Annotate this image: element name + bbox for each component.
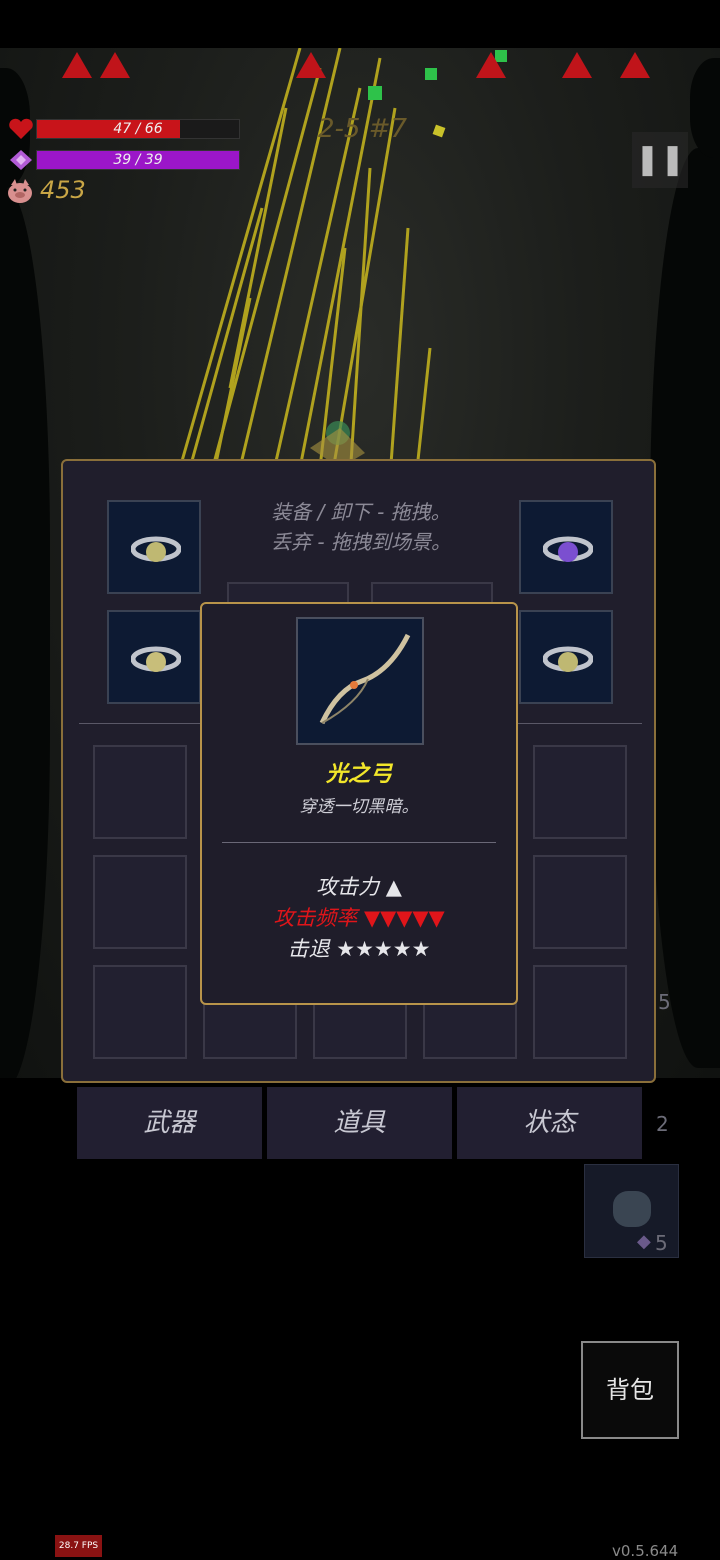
enemy-marker <box>620 52 650 78</box>
mp-text: 39 / 39 <box>113 152 163 168</box>
pause-icon: ❚❚ <box>634 142 686 177</box>
tab-weapons[interactable]: 武器 <box>77 1087 262 1159</box>
enemy-marker <box>100 52 130 78</box>
enemy-marker <box>476 52 506 78</box>
hp-bar: 47 / 66 <box>36 119 240 139</box>
enemy-marker <box>562 52 592 78</box>
tab-items[interactable]: 道具 <box>267 1087 452 1159</box>
fps-counter: 28.7 FPS <box>55 1535 102 1557</box>
ring-slot-4[interactable] <box>519 610 613 704</box>
tab-status[interactable]: 状态 <box>457 1087 642 1159</box>
quick-slot-count: 5 <box>655 1231 668 1255</box>
bow-icon <box>319 633 411 725</box>
pause-button[interactable]: ❚❚ <box>632 132 688 188</box>
item-description: 穿透一切黑暗。 <box>299 797 419 817</box>
inventory-slot[interactable] <box>533 855 627 949</box>
inventory-slot[interactable] <box>93 745 187 839</box>
inventory-slot[interactable] <box>93 965 187 1059</box>
ring-slot-1[interactable] <box>107 500 201 594</box>
gold-ring-icon <box>131 536 181 562</box>
gold-ring-icon <box>543 646 593 672</box>
hp-text: 47 / 66 <box>113 121 163 137</box>
level-indicator: 2-5 #7 <box>318 114 408 144</box>
ring-slot-2[interactable] <box>519 500 613 594</box>
inventory-slot[interactable] <box>93 855 187 949</box>
purple-ring-icon <box>543 536 593 562</box>
enemy-marker <box>62 52 92 78</box>
side-count: 2 <box>656 1112 669 1136</box>
inventory-slot[interactable] <box>533 965 627 1059</box>
mana-gem-icon <box>9 149 33 171</box>
heart-icon <box>8 118 34 140</box>
gold-ring-icon <box>131 646 181 672</box>
version-label: v0.5.644 <box>612 1542 679 1560</box>
item-tooltip: 光之弓 穿透一切黑暗。 攻击力 ▲ 攻击频率 ▼▼▼▼▼ 击退 ★★★★★ <box>200 602 518 1005</box>
item-name: 光之弓 <box>325 762 392 787</box>
enemy-marker <box>296 52 326 78</box>
stat-attack-rate: 攻击频率 ▼▼▼▼▼ <box>273 906 445 930</box>
item-image <box>296 617 424 745</box>
hint-equip: 装备 / 卸下 - 拖拽。 <box>271 500 451 524</box>
mp-bar: 39 / 39 <box>36 150 240 170</box>
pig-coin-icon <box>6 178 34 204</box>
tooltip-divider <box>222 842 496 843</box>
stat-attack: 攻击力 ▲ <box>316 875 402 899</box>
inventory-slot[interactable] <box>533 745 627 839</box>
stat-knockback: 击退 ★★★★★ <box>287 937 431 961</box>
hint-drop: 丢弃 - 拖拽到场景。 <box>271 530 451 554</box>
ring-slot-3[interactable] <box>107 610 201 704</box>
gem-icon: ◆ <box>637 1231 651 1252</box>
gold-count: 453 <box>40 176 86 204</box>
quick-slot[interactable]: ◆ 5 <box>584 1164 679 1258</box>
backpack-button[interactable]: 背包 <box>581 1341 679 1439</box>
ore-item-icon <box>613 1191 651 1227</box>
side-count: 5 <box>658 990 671 1014</box>
